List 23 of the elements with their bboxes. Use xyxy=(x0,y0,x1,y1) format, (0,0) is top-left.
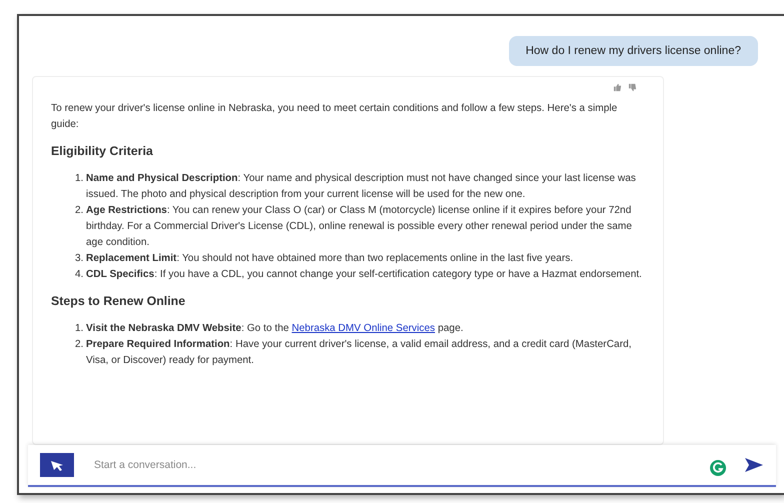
reply-intro: To renew your driver's license online in Nebraska, you need to meet certain conditions and follow a few steps. Here's a simple guide: xyxy=(51,102,618,132)
grammar-icon[interactable] xyxy=(710,460,726,476)
list-item-text: Prepare Required Information: Have your current driver's license, a valid email address, and a credit card (MasterCard, Visa, or Discover) ready for payment. xyxy=(86,338,632,368)
list-item-text: Age Restrictions: You can renew your Class O (car) or Class M (motorcycle) license online if it expires before your 72nd birthday. For a Commercial Driver's License (CDL), online renewal is possible every other renewal period under the same age condition. xyxy=(86,204,633,250)
list-number: 4. xyxy=(75,268,84,282)
section-heading: Steps to Renew Online xyxy=(51,293,186,309)
list-number: 1. xyxy=(75,172,84,186)
list-number: 2. xyxy=(75,204,84,218)
list-number: 2. xyxy=(75,338,84,352)
list-item-text: Replacement Limit: You should not have obtained more than two replacements online in the last five years. xyxy=(86,252,574,266)
list-number: 3. xyxy=(75,252,84,266)
list-item-text: Name and Physical Description: Your name and physical description must not have changed since your last license was issued. The photo and physical description from your current license will be used for the new one. xyxy=(86,172,637,202)
list-item-text: CDL Specifics: If you have a CDL, you cannot change your self-certification category type or have a Hazmat endorsement. xyxy=(86,268,642,282)
list-item-text: Visit the Nebraska DMV Website: Go to the Nebraska DMV Online Services page. xyxy=(86,322,464,336)
thumbs-up-icon[interactable] xyxy=(613,83,622,92)
send-icon[interactable] xyxy=(744,457,764,473)
logo-icon xyxy=(40,453,74,477)
section-heading: Eligibility Criteria xyxy=(51,143,154,159)
user-message: How do I renew my drivers license online? xyxy=(508,36,758,66)
message-input[interactable]: Start a conversation... xyxy=(92,458,692,472)
list-number: 1. xyxy=(75,322,84,336)
dmv-link[interactable]: Nebraska DMV Online Services xyxy=(292,323,435,334)
thumbs-down-icon[interactable] xyxy=(628,83,637,92)
